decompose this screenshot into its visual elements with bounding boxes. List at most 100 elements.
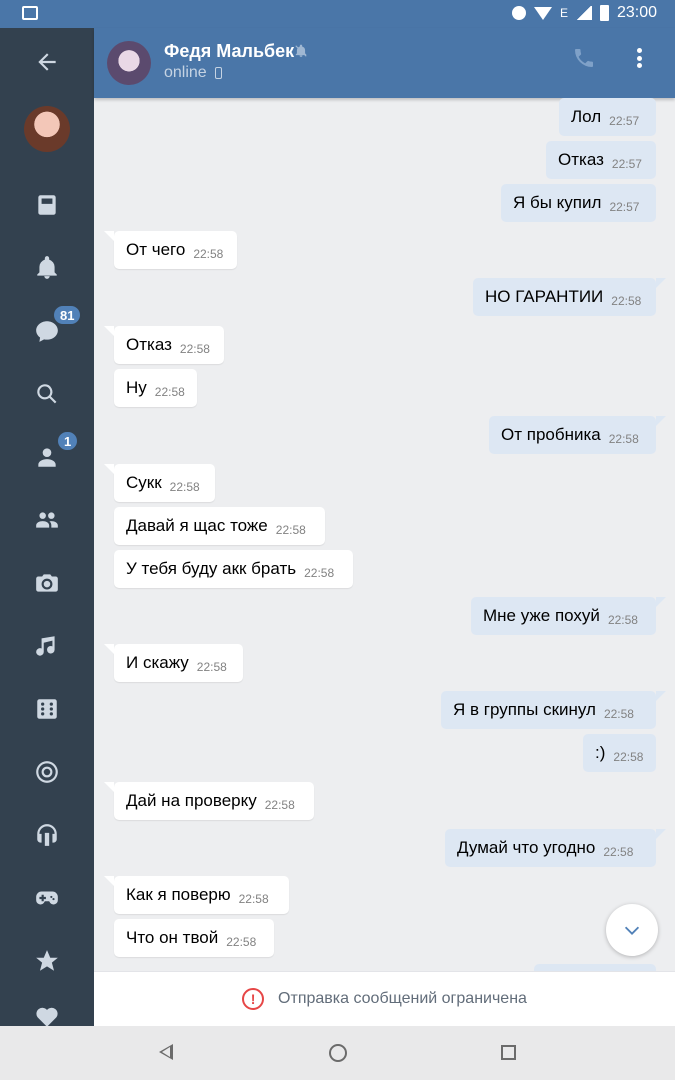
outgoing-message[interactable]: От пробника 22:58 (489, 416, 656, 454)
outgoing-message[interactable]: Думай что угодно 22:58 (445, 829, 656, 867)
incoming-message[interactable]: Отказ 22:58 (114, 326, 224, 364)
message-time: 22:58 (603, 845, 634, 859)
bubble-tail (104, 644, 114, 654)
incoming-message[interactable]: Что он твой 22:58 (114, 919, 274, 957)
chat-messages: Лол 22:57 Отказ 22:57 Я бы купил 22:57 От чего… (94, 98, 675, 971)
status-icons: E 23:00 (511, 4, 657, 22)
back-arrow-icon[interactable] (0, 42, 94, 82)
communities-icon[interactable] (0, 500, 94, 540)
messages-badge: 81 (52, 304, 83, 326)
incoming-message[interactable]: И скажу 22:58 (114, 644, 243, 682)
music-icon[interactable] (0, 626, 94, 666)
incoming-message[interactable]: Дай на проверку 22:58 (114, 782, 314, 820)
message-text: Лол (571, 107, 602, 126)
message-text: Ну (126, 378, 147, 397)
friends-icon[interactable] (0, 437, 94, 477)
nav-recent-icon[interactable] (501, 1045, 516, 1060)
star-icon[interactable] (0, 941, 94, 981)
scroll-down-button[interactable] (606, 904, 658, 956)
battery-icon (599, 5, 609, 21)
message-time: 22:58 (608, 432, 639, 446)
outgoing-message[interactable]: Я в группы скинул 22:58 (441, 691, 656, 729)
message-time: 22:57 (609, 114, 640, 128)
contact-status: online (164, 64, 207, 81)
bubble-tail (656, 691, 666, 701)
message-time: 22:58 (193, 247, 224, 261)
message-time: 22:58 (169, 480, 200, 494)
warning-icon: ! (242, 988, 265, 1010)
more-options-icon[interactable] (629, 46, 649, 70)
incoming-message[interactable]: Сукк 22:58 (114, 464, 215, 502)
bubble-tail (104, 464, 114, 474)
muted-icon (295, 44, 307, 57)
message-text: Дай на проверку (126, 791, 257, 810)
message-text: Что он твой (126, 928, 219, 947)
message-time: 22:58 (611, 294, 642, 308)
message-time: 22:57 (609, 200, 640, 214)
message-text: Думай что угодно (457, 838, 596, 857)
incoming-message[interactable]: Ну 22:58 (114, 369, 197, 407)
message-text: Отказ (126, 335, 172, 354)
bubble-tail (104, 231, 114, 241)
contact-name[interactable]: Федя Мальбек (164, 41, 294, 62)
heart-icon[interactable] (0, 1004, 94, 1026)
bubble-tail (656, 278, 666, 288)
clock: 23:00 (616, 4, 657, 21)
outgoing-message[interactable]: :) 22:58 (583, 734, 656, 772)
chat-header: Федя Мальбек online (94, 28, 675, 98)
bubble-tail (104, 326, 114, 336)
outgoing-message[interactable]: Я бы купил 22:57 (501, 184, 656, 222)
message-time: 22:57 (611, 157, 642, 171)
restriction-text: Отправка сообщений ограничена (278, 990, 527, 1007)
incoming-message[interactable]: У тебя буду акк брать 22:58 (114, 550, 353, 588)
outgoing-message[interactable]: Мне уже похуй 22:58 (471, 597, 656, 635)
message-text: Я бы купил (513, 193, 602, 212)
navigation-bar (0, 1026, 675, 1080)
signal-icon (575, 6, 592, 20)
search-icon[interactable] (0, 374, 94, 414)
outgoing-message-partial (534, 964, 656, 971)
mobile-online-icon (215, 67, 222, 79)
restriction-bar: ! Отправка сообщений ограничена (94, 971, 675, 1026)
target-icon[interactable] (0, 752, 94, 792)
left-sidebar: 81 1 (0, 0, 94, 1026)
bubble-tail (656, 416, 666, 426)
gamepad-icon[interactable] (0, 878, 94, 918)
chevron-down-icon (624, 926, 640, 935)
user-avatar[interactable] (24, 106, 70, 152)
message-text: Сукк (126, 473, 162, 492)
friends-badge: 1 (56, 430, 80, 452)
games-grid-icon[interactable] (0, 689, 94, 729)
call-icon[interactable] (572, 46, 596, 70)
message-text: От пробника (501, 425, 601, 444)
incoming-message[interactable]: Давай я щас тоже 22:58 (114, 507, 325, 545)
message-text: Давай я щас тоже (126, 516, 268, 535)
outgoing-message[interactable]: Отказ 22:57 (546, 141, 656, 179)
incoming-message[interactable]: От чего 22:58 (114, 231, 237, 269)
message-text: :) (595, 743, 606, 762)
bell-icon[interactable] (0, 248, 94, 288)
message-text: Как я поверю (126, 885, 231, 904)
news-icon[interactable] (0, 185, 94, 225)
camera-icon[interactable] (0, 563, 94, 603)
message-time: 22:58 (196, 660, 227, 674)
message-time: 22:58 (613, 750, 644, 764)
message-time: 22:58 (238, 892, 269, 906)
outgoing-message[interactable]: НО ГАРАНТИИ 22:58 (473, 278, 656, 316)
back-arrow-svg (38, 53, 56, 71)
network-type: E (559, 6, 568, 20)
message-text: Отказ (558, 150, 604, 169)
message-time: 22:58 (154, 385, 185, 399)
message-text: И скажу (126, 653, 189, 672)
dnd-icon (511, 6, 526, 20)
nav-home-icon[interactable] (329, 1044, 347, 1062)
incoming-message[interactable]: Как я поверю 22:58 (114, 876, 289, 914)
podcast-icon[interactable] (0, 815, 94, 855)
bubble-tail (656, 829, 666, 839)
status-bar: E 23:00 (0, 0, 675, 28)
outgoing-message[interactable]: Лол 22:57 (559, 98, 656, 136)
message-text: Мне уже похуй (483, 606, 600, 625)
message-time: 22:58 (603, 707, 634, 721)
contact-avatar[interactable] (107, 41, 151, 85)
nav-back-icon[interactable] (159, 1044, 173, 1060)
